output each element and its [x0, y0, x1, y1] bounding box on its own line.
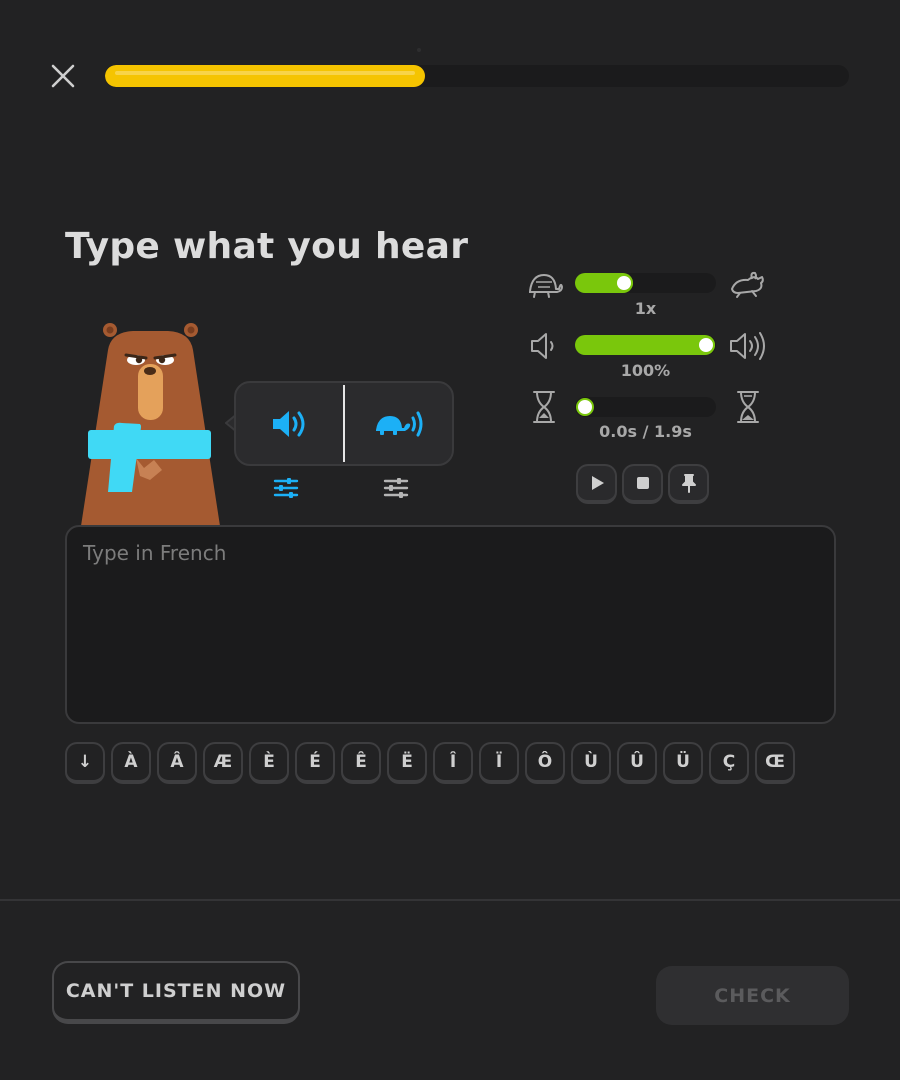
speaker-icon [272, 410, 304, 437]
lesson-screen: Type what you hear 1x 100% 0.0s / 1.9s T… [0, 0, 900, 1080]
turtle-speaker-icon [375, 411, 422, 436]
special-char-key[interactable]: Î [433, 742, 473, 784]
bear-character-illustration [81, 323, 220, 526]
pin-button[interactable] [668, 464, 709, 504]
top-dot [417, 48, 421, 52]
hourglass-end-icon [737, 391, 759, 423]
special-char-key[interactable]: È [249, 742, 289, 784]
hourglass-icon [533, 391, 555, 423]
volume-slider-fill [575, 335, 715, 355]
stop-button[interactable] [622, 464, 663, 504]
speed-slider[interactable] [575, 273, 716, 293]
stop-icon [636, 477, 649, 489]
volume-value-label: 100% [620, 361, 671, 380]
pin-icon [681, 474, 696, 493]
time-value-label: 0.0s / 1.9s [599, 422, 692, 441]
collapse-keyboard-button[interactable]: ↓ [65, 742, 105, 784]
close-icon [51, 64, 75, 88]
special-char-key[interactable]: À [111, 742, 151, 784]
rabbit-fast-icon [731, 271, 764, 298]
special-char-key[interactable]: Ç [709, 742, 749, 784]
challenge-title: Type what you hear [65, 226, 469, 267]
slow-audio-settings-button[interactable] [383, 476, 409, 500]
normal-audio-settings-button[interactable] [273, 476, 299, 500]
answer-input[interactable] [65, 525, 836, 724]
cant-listen-now-button[interactable]: CAN'T LISTEN NOW [52, 961, 300, 1024]
time-slider-knob[interactable] [576, 398, 594, 416]
check-button[interactable]: CHECK [656, 966, 849, 1025]
special-char-key[interactable]: Â [157, 742, 197, 784]
audio-speech-bubble [234, 381, 454, 466]
volume-slider[interactable] [575, 335, 716, 355]
footer-divider [0, 899, 900, 901]
play-button[interactable] [576, 464, 617, 504]
special-char-key[interactable]: Œ [755, 742, 795, 784]
special-char-key[interactable]: Ï [479, 742, 519, 784]
time-slider[interactable] [575, 397, 716, 417]
lesson-progress-fill [105, 65, 425, 87]
special-char-key[interactable]: Ë [387, 742, 427, 784]
speed-value-label: 1x [634, 299, 657, 318]
sliders-icon [383, 478, 409, 498]
play-icon [591, 476, 604, 490]
play-audio-button[interactable] [236, 383, 343, 464]
sliders-icon [273, 478, 299, 498]
volume-slider-knob[interactable] [697, 336, 715, 354]
special-char-key[interactable]: Û [617, 742, 657, 784]
special-char-key[interactable]: Æ [203, 742, 243, 784]
lesson-progress-bar [105, 65, 849, 87]
volume-low-icon [531, 333, 554, 359]
special-characters-row: ↓ À Â Æ È É Ê Ë Î Ï Ô Ù Û Ü Ç Œ [65, 742, 795, 784]
special-char-key[interactable]: Ê [341, 742, 381, 784]
volume-high-icon [730, 332, 765, 360]
turtle-slow-icon [529, 274, 563, 298]
special-char-key[interactable]: É [295, 742, 335, 784]
play-slow-audio-button[interactable] [345, 383, 452, 464]
special-char-key[interactable]: Ô [525, 742, 565, 784]
special-char-key[interactable]: Ù [571, 742, 611, 784]
close-button[interactable] [47, 60, 79, 92]
special-char-key[interactable]: Ü [663, 742, 703, 784]
